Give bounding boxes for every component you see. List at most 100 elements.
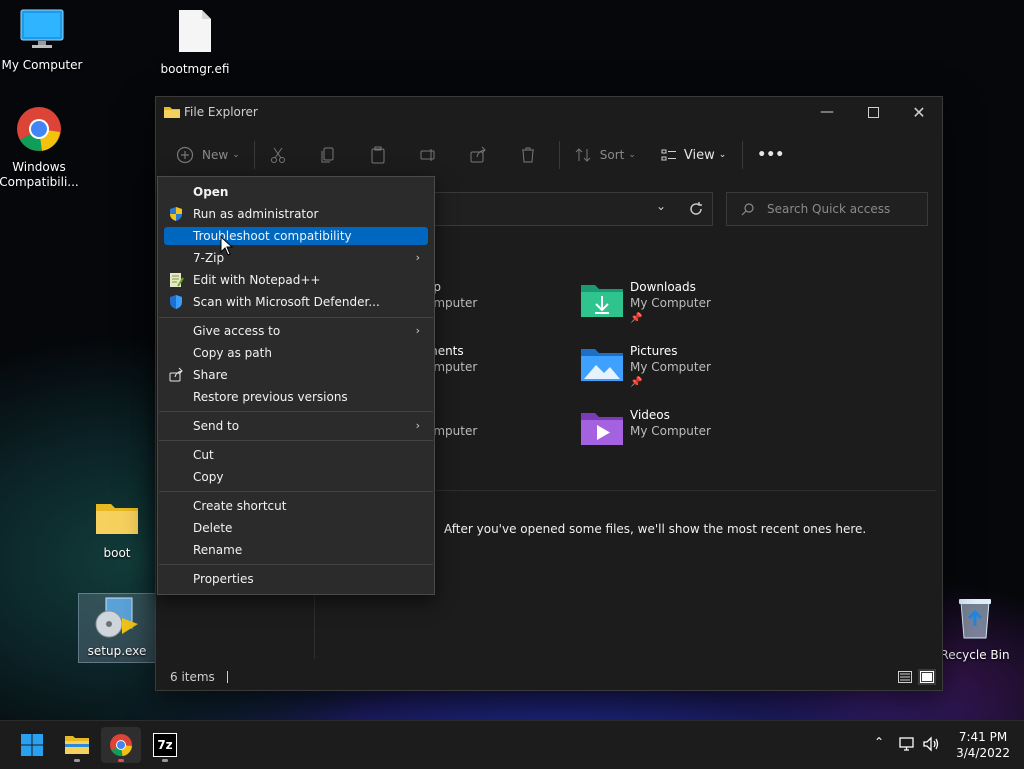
maximize-button[interactable] <box>850 97 896 127</box>
menu-item-copy-as-path[interactable]: Copy as path <box>164 344 428 362</box>
taskbar-file-explorer[interactable] <box>57 727 97 763</box>
menu-item-label: Run as administrator <box>193 207 319 221</box>
menu-item-scan-defender[interactable]: Scan with Microsoft Defender... <box>164 293 428 311</box>
rename-button[interactable] <box>411 137 445 173</box>
plus-circle-icon <box>176 146 194 164</box>
menu-item-give-access[interactable]: Give access to › <box>164 322 428 340</box>
menu-item-open[interactable]: Open <box>164 183 428 201</box>
refresh-icon[interactable] <box>688 201 704 217</box>
share-button[interactable] <box>461 137 495 173</box>
copy-button[interactable] <box>311 137 345 173</box>
desktop-icon-bootmgr[interactable]: bootmgr.efi <box>153 8 237 77</box>
maximize-icon <box>867 106 879 118</box>
sort-label: Sort <box>599 148 625 162</box>
chevron-right-icon: › <box>415 324 420 337</box>
menu-item-cut[interactable]: Cut <box>164 446 428 464</box>
running-indicator <box>74 759 80 762</box>
menu-separator <box>159 564 433 565</box>
taskbar-chrome[interactable] <box>101 727 141 763</box>
minimize-button[interactable]: — <box>804 97 850 127</box>
address-bar[interactable]: ⌄ <box>426 192 713 226</box>
clock-date: 3/4/2022 <box>956 746 1010 760</box>
menu-item-label: Share <box>193 368 228 382</box>
menu-item-label: Send to <box>193 419 240 433</box>
cut-button[interactable] <box>261 137 295 173</box>
tiles-view-button[interactable] <box>918 669 936 685</box>
search-box[interactable]: Search Quick access <box>726 192 928 226</box>
close-button[interactable]: ✕ <box>896 97 942 127</box>
recycle-bin-icon <box>959 599 991 639</box>
menu-item-restore-previous[interactable]: Restore previous versions <box>164 388 428 406</box>
more-options-button[interactable]: ••• <box>749 137 792 173</box>
videos-folder-icon <box>581 413 623 445</box>
chevron-up-icon: ⌃ <box>873 735 885 749</box>
folder-icon <box>164 107 180 118</box>
item-location: My Computer <box>630 360 711 374</box>
chevron-down-icon[interactable]: ⌄ <box>656 199 666 213</box>
chrome-icon <box>110 734 132 756</box>
menu-item-7zip[interactable]: 7-Zip › <box>164 249 428 267</box>
start-button[interactable] <box>12 727 52 763</box>
network-button[interactable] <box>898 735 916 757</box>
defender-shield-icon <box>170 295 182 309</box>
context-menu: Open Run as administrator Troubleshoot c… <box>157 176 435 595</box>
minimize-icon: — <box>820 104 834 120</box>
paste-button[interactable] <box>361 137 395 173</box>
menu-item-rename[interactable]: Rename <box>164 541 428 559</box>
details-view-icon <box>898 671 912 683</box>
desktop-icon-windows-compat[interactable]: Windows Compatibili... <box>0 106 81 190</box>
desktop-icon-my-computer[interactable]: My Computer <box>0 8 84 73</box>
menu-item-create-shortcut[interactable]: Create shortcut <box>164 497 428 515</box>
desktop-icon-label: Windows Compatibili... <box>0 160 79 189</box>
menu-item-label: Cut <box>193 448 214 462</box>
details-view-button[interactable] <box>896 669 914 685</box>
status-bar: 6 items <box>156 664 942 690</box>
menu-item-copy[interactable]: Copy <box>164 468 428 486</box>
menu-item-send-to[interactable]: Send to › <box>164 417 428 435</box>
desktop-icon-setup[interactable]: setup.exe <box>78 593 156 663</box>
quick-access-item-videos[interactable]: Videos My Computer <box>580 407 780 447</box>
menu-item-troubleshoot-compatibility[interactable]: Troubleshoot compatibility <box>164 227 428 245</box>
menu-item-label: Open <box>193 185 229 199</box>
sort-button[interactable]: Sort ⌄ <box>566 137 644 173</box>
pin-icon: 📌 <box>630 377 643 388</box>
view-button[interactable]: View ⌄ <box>652 137 734 173</box>
volume-button[interactable] <box>922 735 940 757</box>
menu-item-run-as-admin[interactable]: Run as administrator <box>164 205 428 223</box>
taskbar-7zip[interactable]: 7z <box>145 727 185 763</box>
chevron-right-icon: › <box>415 419 420 432</box>
delete-button[interactable] <box>511 137 545 173</box>
rename-icon <box>420 149 435 161</box>
new-button[interactable]: New ⌄ <box>168 137 248 173</box>
chrome-icon <box>17 107 61 151</box>
uac-shield-icon <box>170 207 182 221</box>
menu-item-label: Copy as path <box>193 346 272 360</box>
share-icon <box>169 367 183 382</box>
desktop-icon-label: My Computer <box>1 58 83 72</box>
menu-item-properties[interactable]: Properties <box>164 570 428 588</box>
menu-item-label: Scan with Microsoft Defender... <box>193 295 380 309</box>
clock[interactable]: 7:41 PM 3/4/2022 <box>956 729 1010 761</box>
item-location: My Computer <box>630 424 711 438</box>
desktop-icon-label: boot <box>103 546 131 560</box>
menu-item-delete[interactable]: Delete <box>164 519 428 537</box>
quick-access-item-downloads[interactable]: Downloads My Computer 📌 <box>580 279 780 329</box>
menu-item-edit-notepadpp[interactable]: Edit with Notepad++ <box>164 271 428 289</box>
desktop-icon-recycle-bin[interactable]: Recycle Bin <box>933 596 1017 663</box>
view-label: View <box>683 147 715 163</box>
menu-item-label: Properties <box>193 572 254 586</box>
chevron-right-icon: › <box>415 251 420 264</box>
taskbar: 7z ⌃ 7:41 PM 3/4/2022 <box>0 720 1024 769</box>
new-label: New <box>202 148 229 162</box>
quick-access-item-pictures[interactable]: Pictures My Computer 📌 <box>580 343 780 393</box>
status-divider <box>226 671 228 683</box>
show-hidden-icons-button[interactable]: ⌃ <box>870 735 888 753</box>
pin-icon: 📌 <box>630 313 643 324</box>
volume-icon <box>923 736 939 752</box>
desktop-icon-boot[interactable]: boot <box>75 498 159 561</box>
title-bar[interactable]: File Explorer — ✕ <box>156 97 942 127</box>
tiles-view-icon <box>920 671 934 683</box>
menu-item-share[interactable]: Share <box>164 366 428 384</box>
toolbar-divider <box>558 141 560 169</box>
item-name: Downloads <box>630 280 696 294</box>
